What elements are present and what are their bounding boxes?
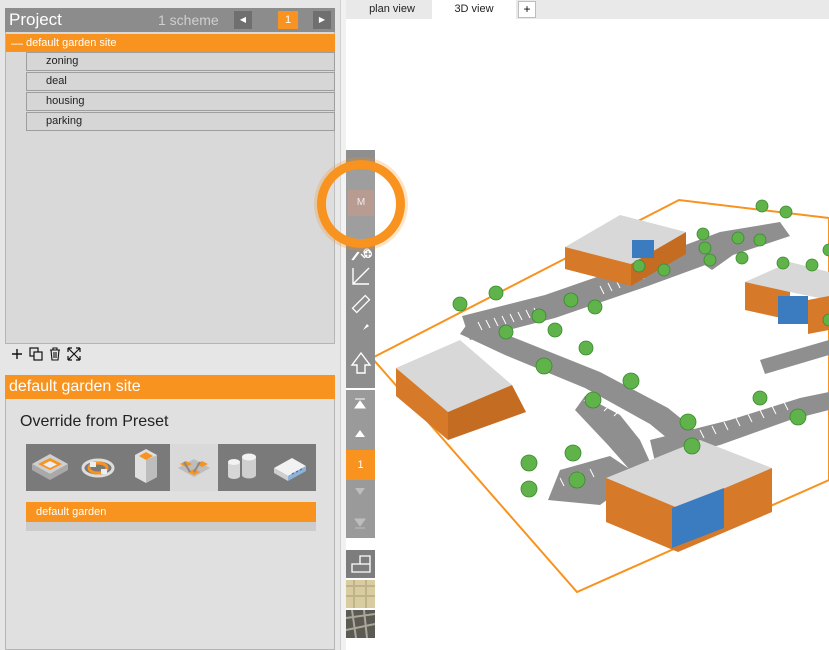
tree-item-zoning[interactable]: zoning	[26, 52, 335, 71]
current-scheme[interactable]: 1	[278, 11, 298, 29]
map-view-button[interactable]	[346, 580, 375, 608]
plus-icon[interactable]	[9, 346, 25, 362]
garden-cluster-icon	[178, 459, 210, 477]
preset-dropdown[interactable]: default garden	[26, 502, 316, 522]
trash-icon[interactable]	[47, 346, 63, 362]
tab-3d-view[interactable]: 3D view	[432, 0, 516, 19]
rings-icon	[81, 458, 115, 478]
slab-building-icon	[274, 458, 306, 481]
tree-site-row[interactable]: — default garden site	[6, 34, 335, 52]
satellite-icon	[345, 609, 376, 639]
caret-left-icon: ◀	[239, 15, 247, 24]
prev-scheme-button[interactable]: ◀	[234, 11, 252, 29]
ruler-icon[interactable]	[349, 292, 373, 316]
up-icon[interactable]	[353, 428, 367, 440]
preset-cylinders[interactable]	[218, 444, 266, 491]
preset-strip	[26, 444, 316, 491]
project-title: Project	[9, 10, 62, 29]
tree-item-parking[interactable]: parking	[26, 112, 335, 131]
add-view-button[interactable]: +	[518, 1, 536, 18]
left-panel: Project 1 scheme ◀ 1 ▶ — default garden …	[0, 0, 340, 650]
project-header: Project 1 scheme ◀ 1 ▶	[5, 8, 335, 32]
preset-dropdown-footer	[26, 522, 316, 531]
tree-item-housing[interactable]: housing	[26, 92, 335, 111]
page-indicator[interactable]: 1	[346, 450, 375, 480]
preset-rings[interactable]	[74, 444, 122, 491]
arrow-up-icon[interactable]	[349, 350, 373, 376]
caret-right-icon: ▶	[318, 15, 326, 24]
knife-icon[interactable]	[349, 320, 373, 344]
plan-view-button[interactable]	[346, 550, 375, 578]
corner-icon[interactable]	[349, 264, 373, 286]
tree-item-deal[interactable]: deal	[26, 72, 335, 91]
plan-icon	[351, 555, 371, 573]
preset-layered-site[interactable]	[26, 444, 74, 491]
cylinders-icon	[228, 453, 256, 479]
duplicate-icon[interactable]	[28, 346, 44, 362]
highlighted-tool-button[interactable]: M	[348, 190, 374, 216]
preset-tower[interactable]	[122, 444, 170, 491]
preset-garden-cluster[interactable]	[170, 444, 218, 491]
down-icon[interactable]	[353, 486, 367, 498]
site-panel-title: default garden site	[5, 375, 335, 399]
tower-icon	[135, 449, 157, 483]
site-panel: Override from Preset default garden	[5, 399, 335, 650]
next-scheme-button[interactable]: ▶	[313, 11, 331, 29]
preset-slab-building[interactable]	[266, 444, 314, 491]
scheme-count: 1 scheme	[158, 12, 219, 28]
minus-icon[interactable]: —	[11, 34, 23, 52]
app-window: Project 1 scheme ◀ 1 ▶ — default garden …	[0, 0, 829, 650]
tab-plan-view[interactable]: plan view	[356, 0, 428, 19]
view-tab-bar: plan view 3D view +	[346, 0, 829, 19]
override-label: Override from Preset	[20, 413, 169, 430]
top-icon[interactable]	[353, 397, 367, 411]
project-tree: — default garden site zoning deal housin…	[5, 32, 335, 344]
site-name: default garden site	[26, 37, 117, 49]
3d-viewport[interactable]	[346, 19, 829, 650]
add-point-icon[interactable]	[350, 248, 374, 262]
layered-site-icon	[32, 454, 68, 480]
map-icon	[346, 580, 375, 608]
site-3d-model	[370, 198, 829, 594]
satellite-view-button[interactable]	[345, 609, 376, 639]
expand-icon[interactable]	[66, 346, 82, 362]
bottom-icon[interactable]	[353, 516, 367, 530]
